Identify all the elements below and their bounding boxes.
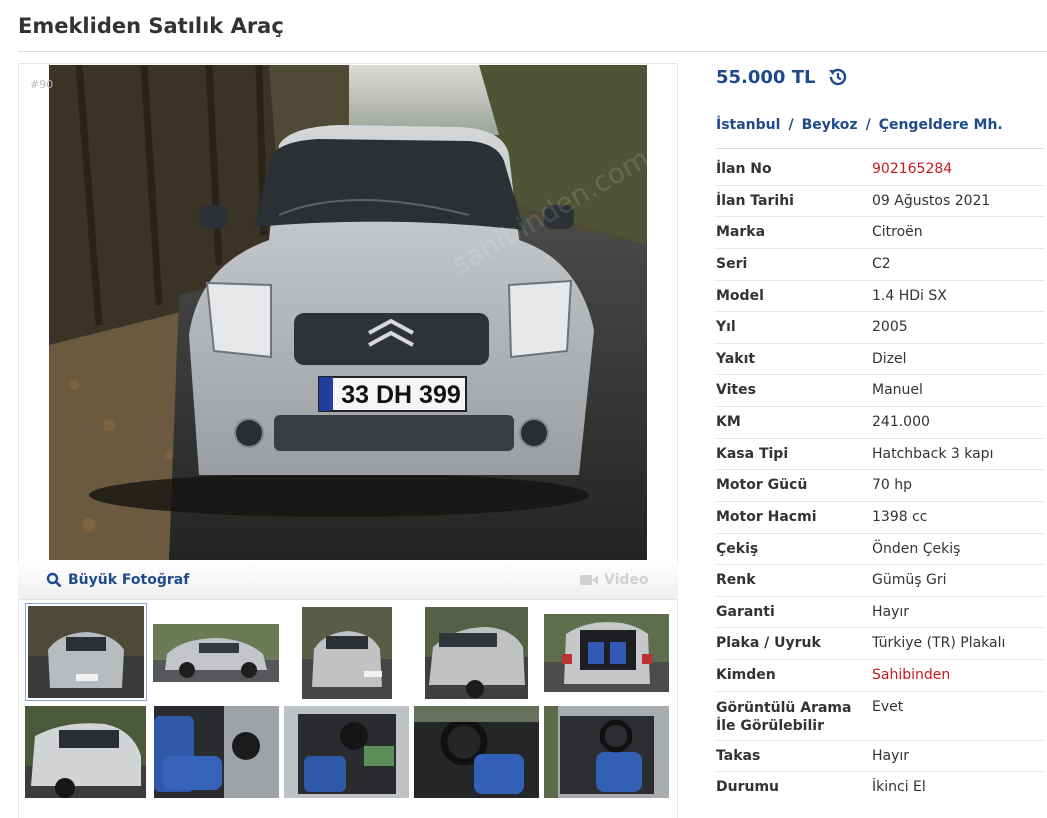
detail-row: KM 241.000 [716,407,1043,439]
video-button[interactable]: Video [580,572,649,588]
plate-text: 33 DH 399 [341,381,461,409]
video-camera-icon [580,575,598,585]
detail-row: Çekiş Önden Çekiş [716,534,1043,565]
detail-value: Hatchback 3 kapı [872,446,994,462]
detail-value: C2 [872,256,891,272]
detail-row: Marka Citroën [716,217,1043,249]
thumbnail-9[interactable] [414,706,539,798]
location-district[interactable]: Beykoz [802,117,858,133]
detail-key: Renk [716,572,756,588]
video-label: Video [604,572,649,588]
detail-row: Takas Hayır [716,741,1043,772]
detail-value: Hayır [872,748,910,764]
detail-row: Yakıt Dizel [716,344,1043,375]
location-neighborhood[interactable]: Çengeldere Mh. [879,117,1003,133]
detail-value: 2005 [872,319,908,335]
detail-key: Garanti [716,604,775,620]
detail-key: Motor Gücü [716,477,808,493]
detail-row: Renk Gümüş Gri [716,565,1043,597]
detail-row: Görüntülü Arama İle Görülebilir Evet [716,692,1043,741]
detail-row: Yıl 2005 [716,312,1043,344]
detail-row: Motor Gücü 70 hp [716,470,1043,502]
big-photo-button[interactable]: Büyük Fotoğraf [46,572,189,588]
detail-value: Önden Çekiş [872,541,961,557]
detail-value: Manuel [872,382,923,398]
location-separator: / [865,117,871,133]
detail-key: Vites [716,382,756,398]
detail-key: Model [716,288,764,304]
detail-key: Yakıt [716,351,756,367]
detail-row: Garanti Hayır [716,597,1043,628]
detail-key: Seri [716,256,748,272]
detail-value: Sahibinden [872,667,951,683]
detail-value: 70 hp [872,477,913,493]
listing-id-watermark: #90 [30,78,54,91]
thumbnail-4[interactable] [425,607,528,699]
detail-key: İlan Tarihi [716,193,794,209]
detail-key: Kasa Tipi [716,446,789,462]
detail-value: Citroën [872,224,923,240]
detail-key: Kimden [716,667,776,683]
detail-row: Model 1.4 HDi SX [716,281,1043,312]
detail-key: Çekiş [716,541,759,557]
details-table: İlan No 902165284 İlan Tarihi 09 Ağustos 2… [716,154,1043,804]
thumbnail-5[interactable] [544,614,669,692]
detail-key: Durumu [716,779,780,795]
detail-value: Evet [872,699,904,715]
page-title: Emekliden Satılık Araç [18,14,284,38]
thumbnail-2[interactable] [153,624,279,682]
detail-key: Marka [716,224,766,240]
detail-row: Vites Manuel [716,375,1043,407]
detail-key: KM [716,414,741,430]
detail-value: 241.000 [872,414,930,430]
detail-value: 1.4 HDi SX [872,288,947,304]
detail-value: 1398 cc [872,509,928,525]
detail-row: Kimden Sahibinden [716,660,1043,692]
breadcrumb-location: İstanbul / Beykoz / Çengeldere Mh. [716,117,1003,133]
detail-row: Seri C2 [716,249,1043,281]
magnifier-icon [46,572,62,588]
detail-value: Hayır [872,604,910,620]
detail-row: Motor Hacmi 1398 cc [716,502,1043,534]
thumbnail-1[interactable] [25,603,147,701]
thumbnail-6[interactable] [25,706,146,798]
price: 55.000 TL [716,66,849,88]
detail-row: Kasa Tipi Hatchback 3 kapı [716,439,1043,470]
thumbnail-8[interactable] [284,706,409,798]
title-divider [18,51,1047,52]
thumbnail-10[interactable] [544,706,669,798]
detail-row: İlan Tarihi 09 Ağustos 2021 [716,186,1043,217]
detail-key: Plaka / Uyruk [716,635,821,651]
detail-value: İkinci El [872,779,926,795]
detail-row: İlan No 902165284 [716,154,1043,186]
thumbnail-7[interactable] [154,706,279,798]
detail-row: Plaka / Uyruk Türkiye (TR) Plakalı [716,628,1043,660]
thumbnail-3[interactable] [302,607,392,699]
detail-value: 902165284 [872,161,953,177]
main-photo[interactable]: 33 DH 399 sahibinden.com [49,65,647,560]
detail-value: 09 Ağustos 2021 [872,193,991,209]
price-history-icon[interactable] [827,66,849,88]
big-photo-label: Büyük Fotoğraf [68,572,190,588]
detail-value: Gümüş Gri [872,572,947,588]
detail-value: Dizel [872,351,907,367]
location-separator: / [788,117,794,133]
detail-row: Durumu İkinci El [716,772,1043,804]
detail-value: Türkiye (TR) Plakalı [872,635,1006,651]
price-value: 55.000 TL [716,66,816,88]
detail-key: Takas [716,748,761,764]
detail-key: Motor Hacmi [716,509,817,525]
detail-key: Yıl [716,319,736,335]
detail-key: İlan No [716,161,772,177]
detail-key: Görüntülü Arama İle Görülebilir [716,700,852,734]
location-city[interactable]: İstanbul [716,117,780,133]
location-divider [716,148,1043,149]
